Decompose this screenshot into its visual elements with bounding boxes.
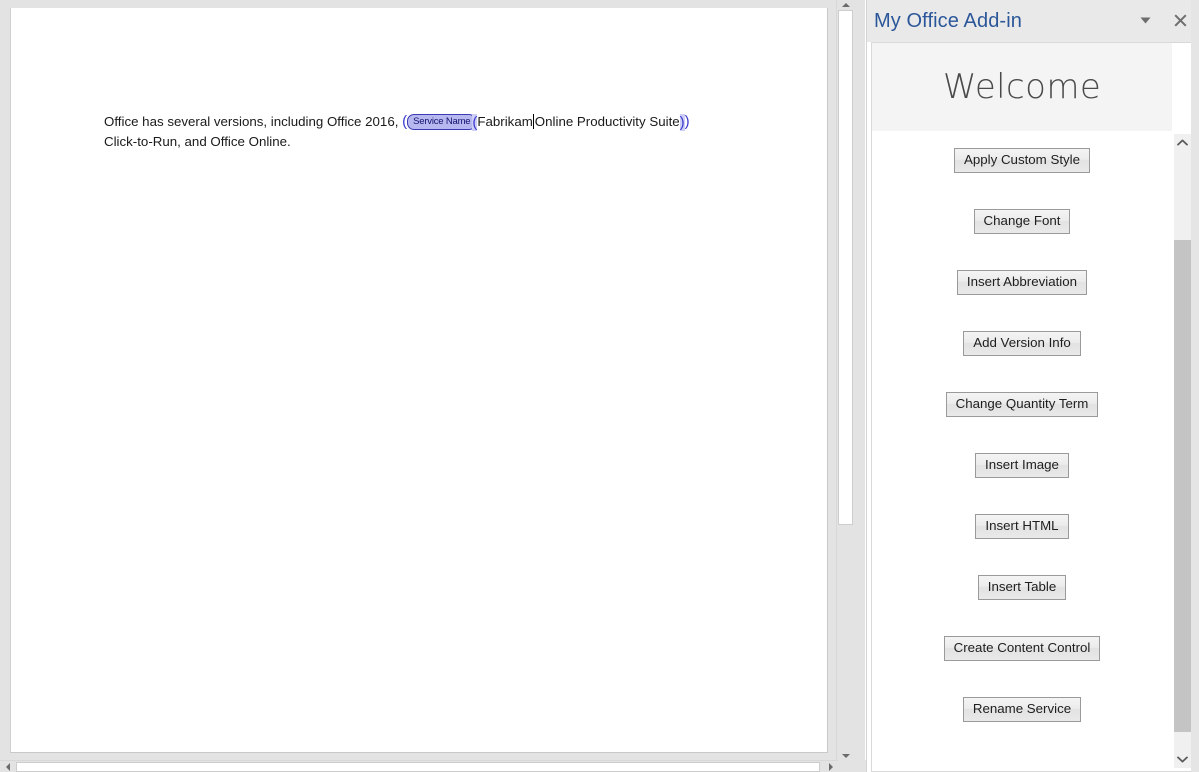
- insert-abbreviation-button[interactable]: Insert Abbreviation: [956, 270, 1088, 295]
- button-row: Change Quantity Term: [872, 392, 1172, 453]
- taskpane-scroll-up-button[interactable]: [1174, 134, 1191, 151]
- content-control-open-bracket: (: [472, 114, 478, 131]
- add-version-info-button[interactable]: Add Version Info: [963, 331, 1081, 356]
- welcome-banner: Welcome: [872, 43, 1172, 131]
- apply-custom-style-button[interactable]: Apply Custom Style: [953, 148, 1091, 173]
- close-icon[interactable]: [1167, 7, 1193, 33]
- button-row: Insert Table: [872, 575, 1172, 636]
- content-control-value-part1[interactable]: Fabrikam: [477, 114, 532, 129]
- button-row: Create Content Control: [872, 636, 1172, 697]
- button-row: Add Version Info: [872, 331, 1172, 392]
- document-paragraph-line2[interactable]: Click-to-Run, and Office Online.: [104, 132, 291, 152]
- button-row: Change Font: [872, 209, 1172, 270]
- taskpane-content: Welcome Apply Custom Style Change Font I…: [871, 42, 1199, 772]
- document-horizontal-scrollbar[interactable]: [0, 760, 866, 772]
- content-control-tag[interactable]: Service Name: [407, 114, 477, 130]
- addin-button-list: Apply Custom Style Change Font Insert Ab…: [872, 131, 1172, 771]
- content-control[interactable]: (Service Name (Fabrikam Online Productivit…: [402, 112, 690, 132]
- taskpane-scrollbar-gutter: [1191, 0, 1199, 772]
- triangle-up-icon: [841, 3, 850, 7]
- change-font-button[interactable]: Change Font: [973, 209, 1071, 234]
- create-content-control-button[interactable]: Create Content Control: [943, 636, 1101, 661]
- document-paragraph-line1[interactable]: Office has several versions, including O…: [104, 112, 744, 132]
- document-page[interactable]: Office has several versions, including O…: [10, 8, 828, 753]
- button-row: Insert Image: [872, 453, 1172, 514]
- insert-table-button[interactable]: Insert Table: [977, 575, 1067, 600]
- welcome-heading: Welcome: [942, 67, 1102, 107]
- chevron-down-icon[interactable]: [1132, 7, 1158, 33]
- content-control-value-part2[interactable]: Online Productivity Suite: [535, 114, 680, 129]
- taskpane-scroll-down-button[interactable]: [1174, 751, 1191, 768]
- word-document-area: Office has several versions, including O…: [0, 0, 866, 772]
- triangle-down-icon: [841, 754, 850, 758]
- insert-image-button[interactable]: Insert Image: [975, 453, 1069, 478]
- word-with-taskpane-window: Office has several versions, including O…: [0, 0, 1199, 772]
- button-row: Insert Abbreviation: [872, 270, 1172, 331]
- scrollbar-corner: [838, 760, 866, 772]
- button-row: Rename Service: [872, 697, 1172, 758]
- triangle-right-icon: [828, 763, 833, 771]
- change-quantity-term-button[interactable]: Change Quantity Term: [945, 392, 1099, 417]
- button-row: Apply Custom Style: [872, 148, 1172, 209]
- insert-html-button[interactable]: Insert HTML: [975, 514, 1069, 539]
- document-horizontal-scrollbar-thumb[interactable]: [16, 762, 820, 772]
- taskpane-vertical-scrollbar-thumb[interactable]: [1174, 240, 1191, 732]
- document-vertical-scrollbar-thumb[interactable]: [838, 10, 853, 525]
- button-row: Insert HTML: [872, 514, 1172, 575]
- document-vertical-scrollbar[interactable]: [836, 0, 854, 761]
- taskpane-vertical-scrollbar[interactable]: [1174, 134, 1191, 768]
- office-addin-taskpane: My Office Add-in Welcome Apply Custom St…: [866, 0, 1199, 772]
- rename-service-button[interactable]: Rename Service: [962, 697, 1082, 722]
- content-control-close-bracket: ): [679, 114, 685, 131]
- document-scroll-up-button[interactable]: [837, 0, 854, 10]
- taskpane-header: My Office Add-in: [867, 0, 1199, 42]
- content-control-outer-close: ): [684, 113, 690, 130]
- triangle-left-icon: [5, 763, 10, 771]
- taskpane-title: My Office Add-in: [874, 9, 1022, 32]
- document-scroll-left-button[interactable]: [1, 761, 14, 772]
- document-scroll-right-button[interactable]: [824, 761, 837, 772]
- paragraph-lead-text: Office has several versions, including O…: [104, 114, 403, 129]
